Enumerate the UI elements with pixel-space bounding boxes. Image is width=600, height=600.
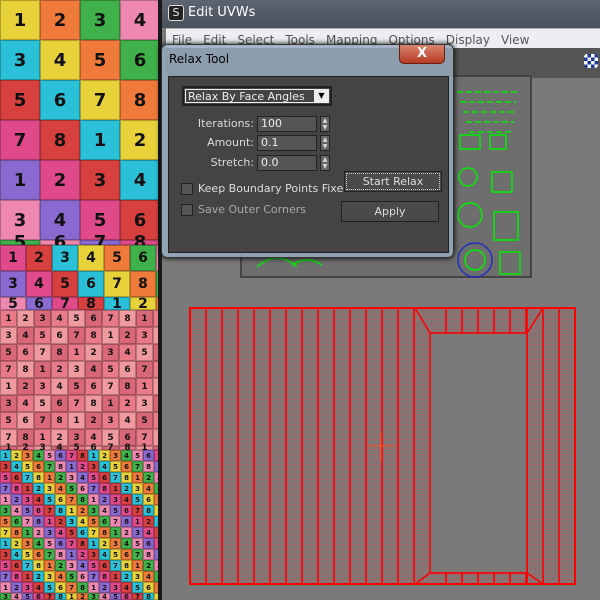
relax-method-dropdown[interactable]: Relax By Face Angles ▼: [182, 86, 332, 106]
dialog-body: Relax By Face Angles ▼ Iterations: 100 ▲…: [168, 76, 449, 253]
relax-method-value: Relax By Face Angles: [185, 89, 329, 103]
iterations-spinner[interactable]: ▲ ▼: [320, 116, 330, 132]
start-relax-button[interactable]: Start Relax: [344, 171, 442, 192]
close-button[interactable]: X: [399, 45, 445, 64]
amount-input[interactable]: 0.1: [257, 135, 317, 151]
iterations-input[interactable]: 100: [257, 116, 317, 132]
uv-edge: [429, 332, 528, 574]
save-corners-label: Save Outer Corners: [198, 203, 306, 216]
stretch-spinner[interactable]: ▲ ▼: [320, 155, 330, 171]
stretch-input[interactable]: 0.0: [257, 155, 317, 171]
amount-spinner[interactable]: ▲ ▼: [320, 135, 330, 151]
save-corners-checkbox[interactable]: [181, 204, 193, 216]
iterations-label: Iterations:: [197, 117, 254, 130]
dialog-title: Relax Tool: [169, 52, 230, 66]
chevron-down-icon[interactable]: ▼: [314, 89, 329, 103]
relax-tool-dialog: Relax Tool X Relax By Face Angles ▼ Iter…: [161, 44, 454, 258]
keep-boundary-label: Keep Boundary Points Fixed: [198, 182, 351, 195]
apply-button[interactable]: Apply: [341, 201, 439, 222]
keep-boundary-checkbox[interactable]: [181, 183, 193, 195]
amount-label: Amount:: [207, 136, 254, 149]
stretch-label: Stretch:: [210, 156, 254, 169]
